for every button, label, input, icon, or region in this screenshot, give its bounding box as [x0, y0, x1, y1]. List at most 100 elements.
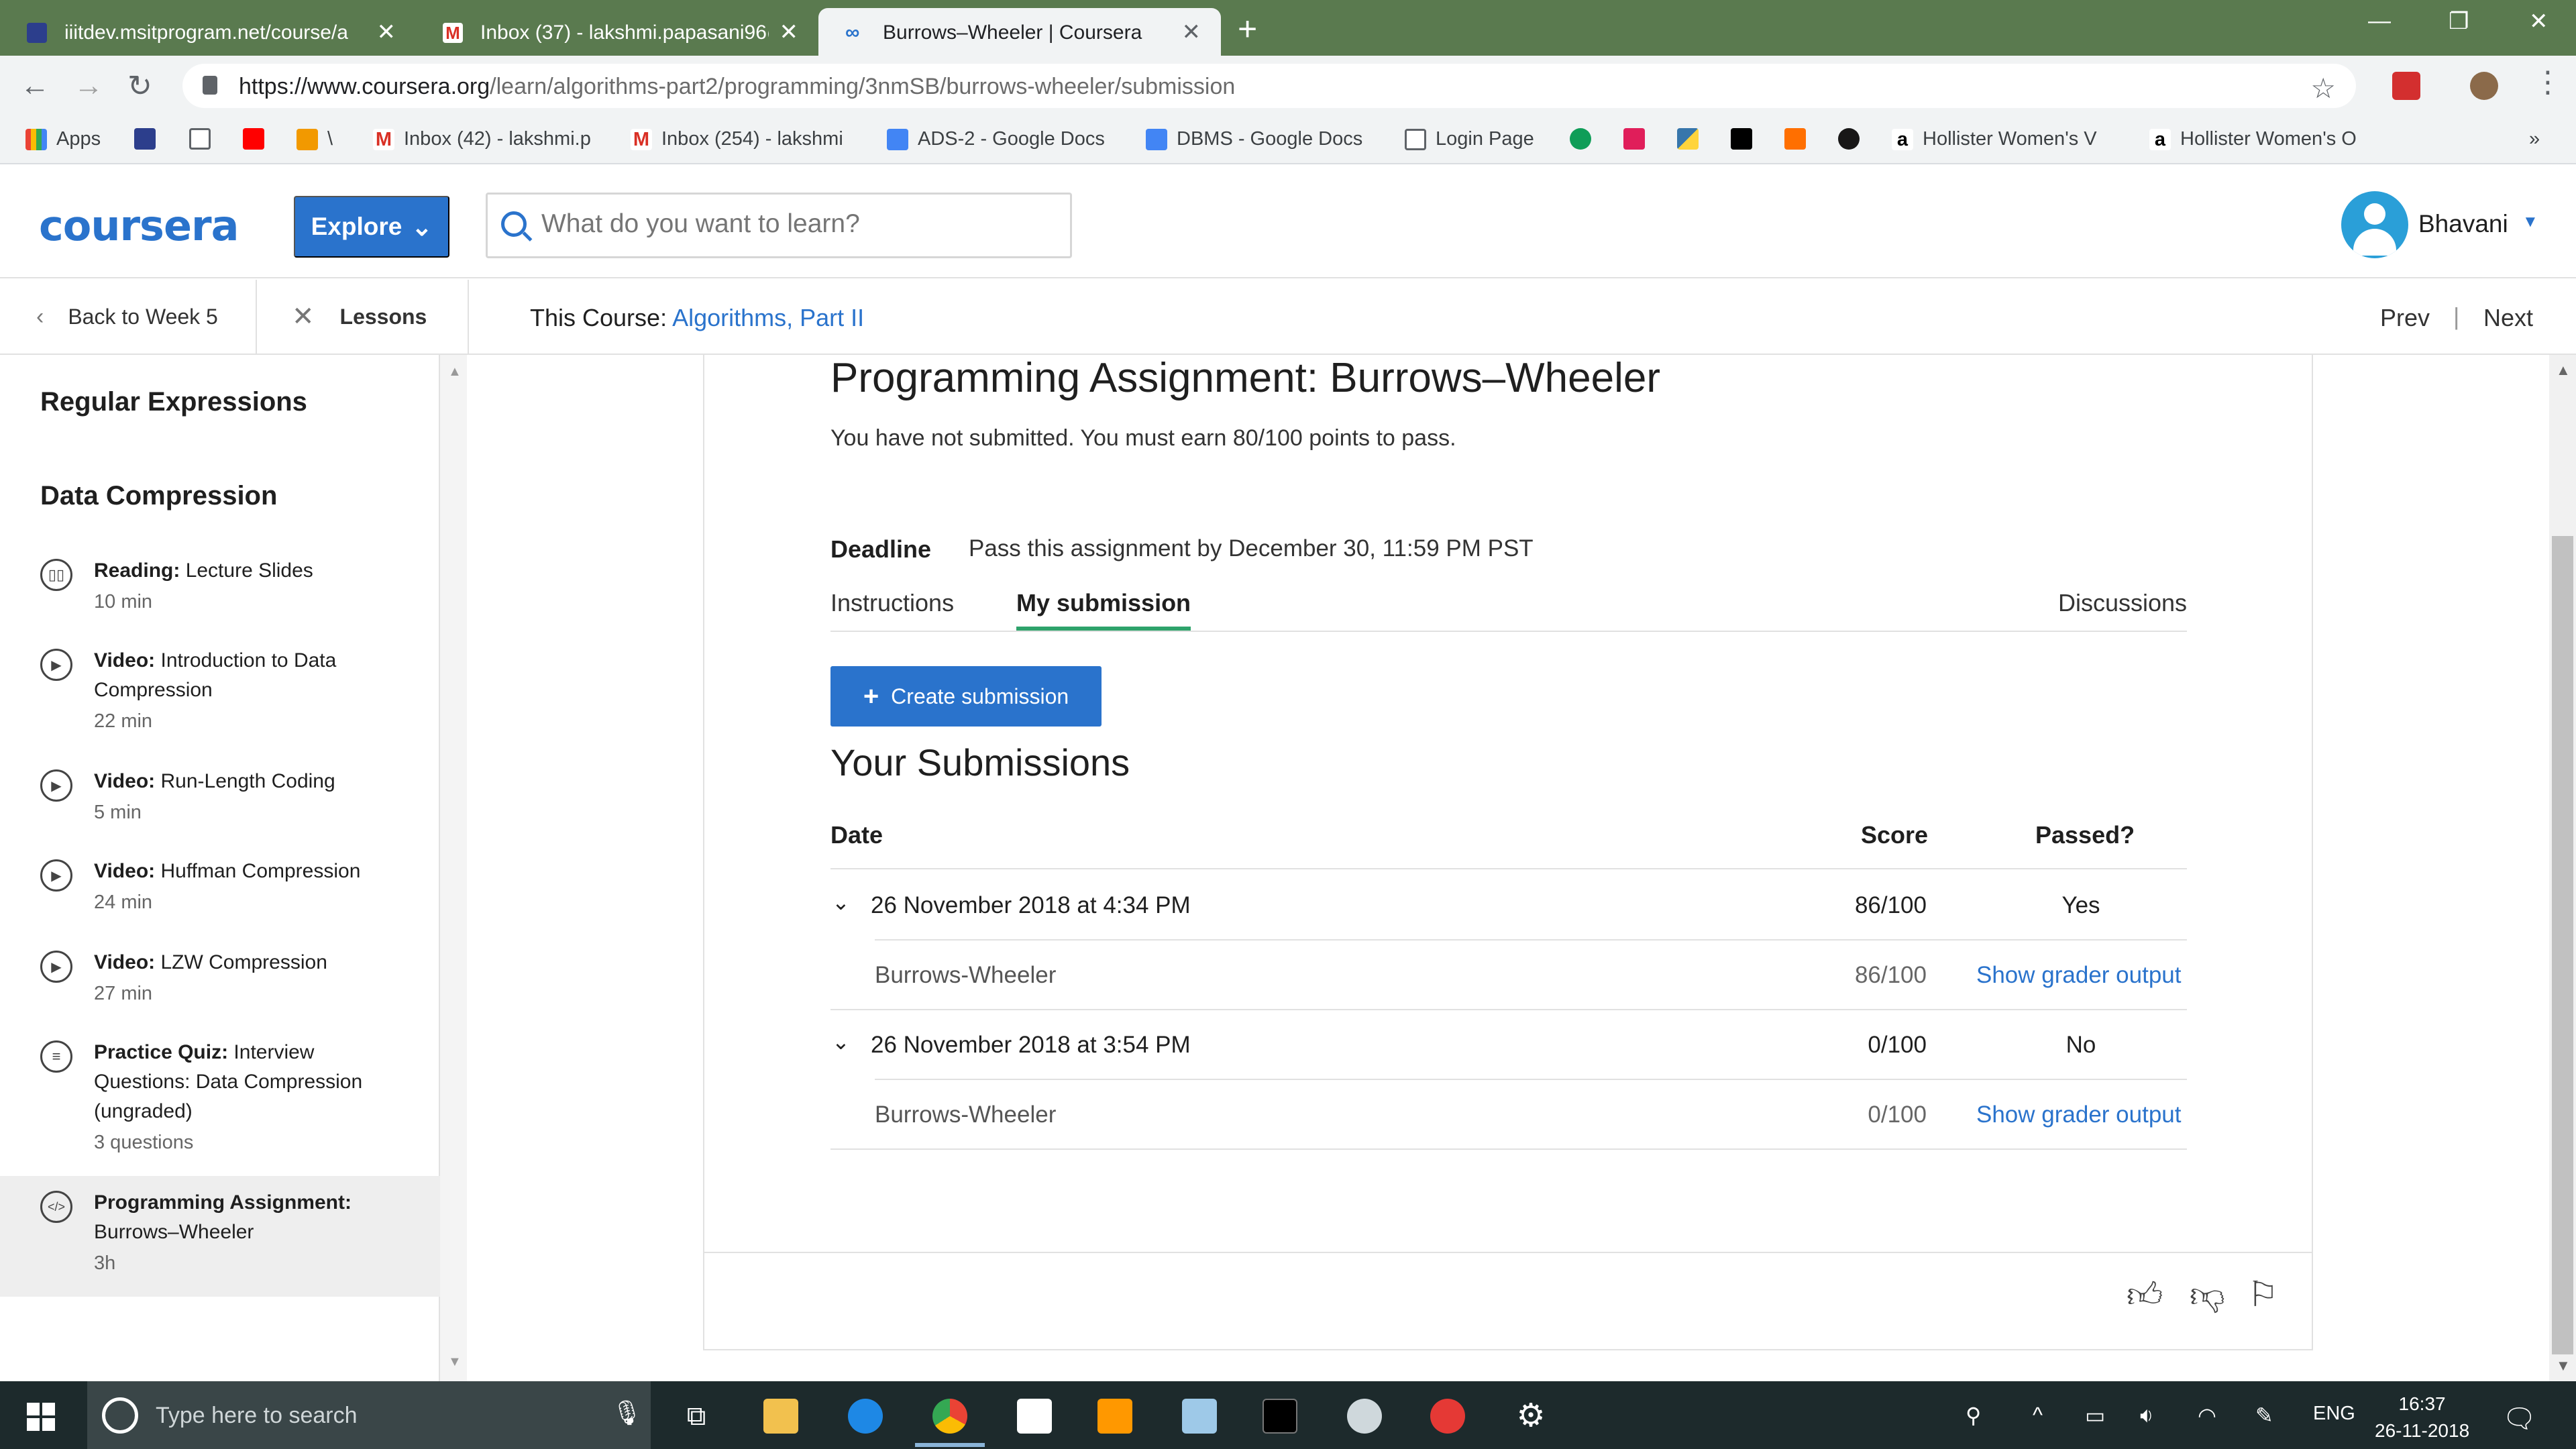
expand-chevron-icon[interactable]: ⌄: [832, 1029, 850, 1055]
microphone-icon[interactable]: 🎙︎: [612, 1399, 643, 1427]
lesson-item[interactable]: ▶ Video: Introduction to Data Compressio…: [0, 646, 440, 753]
chevron-up-icon[interactable]: ^: [2033, 1403, 2043, 1428]
lesson-item[interactable]: ≡ Practice Quiz: Interview Questions: Da…: [0, 1038, 440, 1172]
address-bar[interactable]: https://www.coursera.org/learn/algorithm…: [182, 64, 2356, 108]
close-tab-icon[interactable]: ✕: [780, 19, 799, 46]
explore-button[interactable]: Explore ⌄: [294, 196, 449, 258]
bookmark-star-icon[interactable]: ☆: [2310, 72, 2336, 105]
bookmark-python[interactable]: [1677, 128, 1708, 150]
bookmark-inbox-254[interactable]: M Inbox (254) - lakshmi: [631, 128, 843, 150]
lessons-toggle-button[interactable]: ✕ Lessons: [257, 280, 469, 354]
bookmark-github[interactable]: [1838, 128, 1869, 150]
app-icon[interactable]: [1430, 1399, 1465, 1434]
thumbs-down-icon[interactable]: 👎︎: [2190, 1275, 2225, 1316]
people-icon[interactable]: ⚲: [1966, 1403, 1981, 1428]
close-tab-icon[interactable]: ✕: [1182, 19, 1201, 46]
bookmark-hollister-v[interactable]: a Hollister Women's V: [1892, 128, 2097, 150]
tab-discussions[interactable]: Discussions: [2058, 589, 2187, 617]
reload-icon[interactable]: ↻: [127, 69, 152, 103]
bookmark-page[interactable]: [189, 128, 220, 150]
clock[interactable]: 16:37 26-11-2018: [2375, 1391, 2469, 1444]
restore-icon[interactable]: ❐: [2449, 8, 2469, 35]
search-box[interactable]: [486, 193, 1072, 258]
taskbar-search[interactable]: Type here to search 🎙︎: [87, 1381, 651, 1449]
bookmark-ads2-docs[interactable]: ADS-2 - Google Docs: [887, 128, 1105, 150]
bookmark-hangouts[interactable]: [1570, 128, 1601, 150]
bookmark-sf[interactable]: [1731, 128, 1762, 150]
app-icon[interactable]: [1182, 1399, 1217, 1434]
edge-icon[interactable]: [848, 1399, 883, 1434]
prev-button[interactable]: Prev: [2380, 304, 2430, 332]
lesson-item-current[interactable]: </> Programming Assignment: Burrows–Whee…: [0, 1176, 440, 1297]
lesson-item[interactable]: ▯▯ Reading: Lecture Slides 10 min: [0, 556, 440, 643]
scroll-up-icon[interactable]: ▲: [448, 364, 462, 380]
coursera-logo[interactable]: coursera: [39, 201, 239, 250]
lesson-item[interactable]: ▶ Video: Run-Length Coding 5 min: [0, 767, 440, 854]
user-name[interactable]: Bhavani: [2418, 210, 2508, 238]
search-input[interactable]: [541, 209, 1051, 239]
avatar[interactable]: [2341, 191, 2408, 258]
minimize-icon[interactable]: —: [2368, 8, 2391, 34]
user-menu-caret-icon[interactable]: ▼: [2522, 213, 2538, 231]
scroll-up-icon[interactable]: ▲: [2556, 362, 2571, 379]
section-title[interactable]: Data Compression: [40, 481, 277, 511]
app-icon[interactable]: [1347, 1399, 1382, 1434]
extension-icon[interactable]: [2392, 72, 2420, 100]
bookmark-dbms-docs[interactable]: DBMS - Google Docs: [1146, 128, 1362, 150]
notifications-icon[interactable]: 🗨︎: [2502, 1403, 2536, 1434]
tab-my-submission[interactable]: My submission: [1016, 589, 1191, 617]
forward-arrow-icon[interactable]: →: [74, 69, 103, 103]
course-link[interactable]: Algorithms, Part II: [672, 304, 864, 331]
store-icon[interactable]: [1017, 1399, 1052, 1434]
window-close-icon[interactable]: ✕: [2529, 8, 2548, 35]
bookmark-msit[interactable]: [134, 128, 165, 150]
tab-instructions[interactable]: Instructions: [830, 589, 954, 617]
pen-icon[interactable]: ✎: [2255, 1403, 2273, 1428]
back-to-week-button[interactable]: ‹ Back to Week 5: [0, 280, 257, 354]
show-grader-output-link[interactable]: Show grader output: [1976, 1102, 2181, 1128]
browser-tab-iiitdev[interactable]: iiitdev.msitprogram.net/course/a ✕: [0, 8, 416, 56]
windows-start-icon[interactable]: [27, 1403, 55, 1431]
bookmark-apps[interactable]: Apps: [25, 128, 101, 150]
file-explorer-icon[interactable]: [763, 1399, 798, 1434]
sidebar-scrollbar[interactable]: ▲ ▼: [440, 355, 467, 1381]
back-arrow-icon[interactable]: ←: [20, 69, 50, 103]
wifi-icon[interactable]: ◠: [2198, 1403, 2216, 1428]
bookmarks-overflow-icon[interactable]: »: [2529, 128, 2540, 150]
scroll-down-icon[interactable]: ▼: [2556, 1357, 2571, 1375]
bookmark-login-page[interactable]: Login Page: [1405, 128, 1534, 150]
bookmark-backslash[interactable]: \: [297, 128, 333, 150]
scrollbar-thumb[interactable]: [2552, 536, 2573, 1354]
bookmark-inbox-42[interactable]: M Inbox (42) - lakshmi.p: [373, 128, 591, 150]
flag-icon[interactable]: ⚐: [2247, 1275, 2279, 1315]
battery-icon[interactable]: ▭: [2085, 1403, 2105, 1428]
show-grader-output-link[interactable]: Show grader output: [1976, 962, 2181, 989]
menu-kebab-icon[interactable]: ⋮: [2533, 65, 2563, 99]
scroll-down-icon[interactable]: ▼: [448, 1354, 462, 1370]
settings-gear-icon[interactable]: ⚙: [1513, 1399, 1548, 1434]
task-view-icon[interactable]: ⧉: [679, 1399, 714, 1434]
browser-tab-coursera[interactable]: ∞ Burrows–Wheeler | Coursera ✕: [818, 8, 1221, 56]
bookmark-hollister-o[interactable]: a Hollister Women's O: [2149, 128, 2357, 150]
bookmark-youtube[interactable]: [243, 128, 274, 150]
page-scrollbar[interactable]: ▲ ▼: [2549, 355, 2576, 1381]
submission-date[interactable]: 26 November 2018 at 4:34 PM: [871, 892, 1191, 919]
bookmark-slack[interactable]: [1623, 128, 1654, 150]
language-indicator[interactable]: ENG: [2313, 1403, 2355, 1425]
create-submission-button[interactable]: + Create submission: [830, 666, 1102, 727]
profile-icon[interactable]: [2470, 72, 2498, 100]
thumbs-up-icon[interactable]: 👍︎: [2127, 1275, 2163, 1316]
submission-date[interactable]: 26 November 2018 at 3:54 PM: [871, 1032, 1191, 1059]
expand-chevron-icon[interactable]: ⌄: [832, 890, 850, 915]
volume-icon[interactable]: 🔉︎: [2140, 1403, 2153, 1428]
section-title[interactable]: Regular Expressions: [40, 387, 307, 417]
bookmark-orange[interactable]: [1784, 128, 1815, 150]
terminal-icon[interactable]: [1263, 1399, 1297, 1434]
lesson-item[interactable]: ▶ Video: LZW Compression 27 min: [0, 948, 440, 1035]
next-button[interactable]: Next: [2483, 304, 2533, 332]
lesson-item[interactable]: ▶ Video: Huffman Compression 24 min: [0, 857, 440, 944]
sublime-icon[interactable]: [1097, 1399, 1132, 1434]
close-tab-icon[interactable]: ✕: [377, 19, 396, 46]
browser-tab-gmail[interactable]: M Inbox (37) - lakshmi.papasani96@ ✕: [416, 8, 818, 56]
new-tab-button[interactable]: +: [1238, 9, 1257, 48]
